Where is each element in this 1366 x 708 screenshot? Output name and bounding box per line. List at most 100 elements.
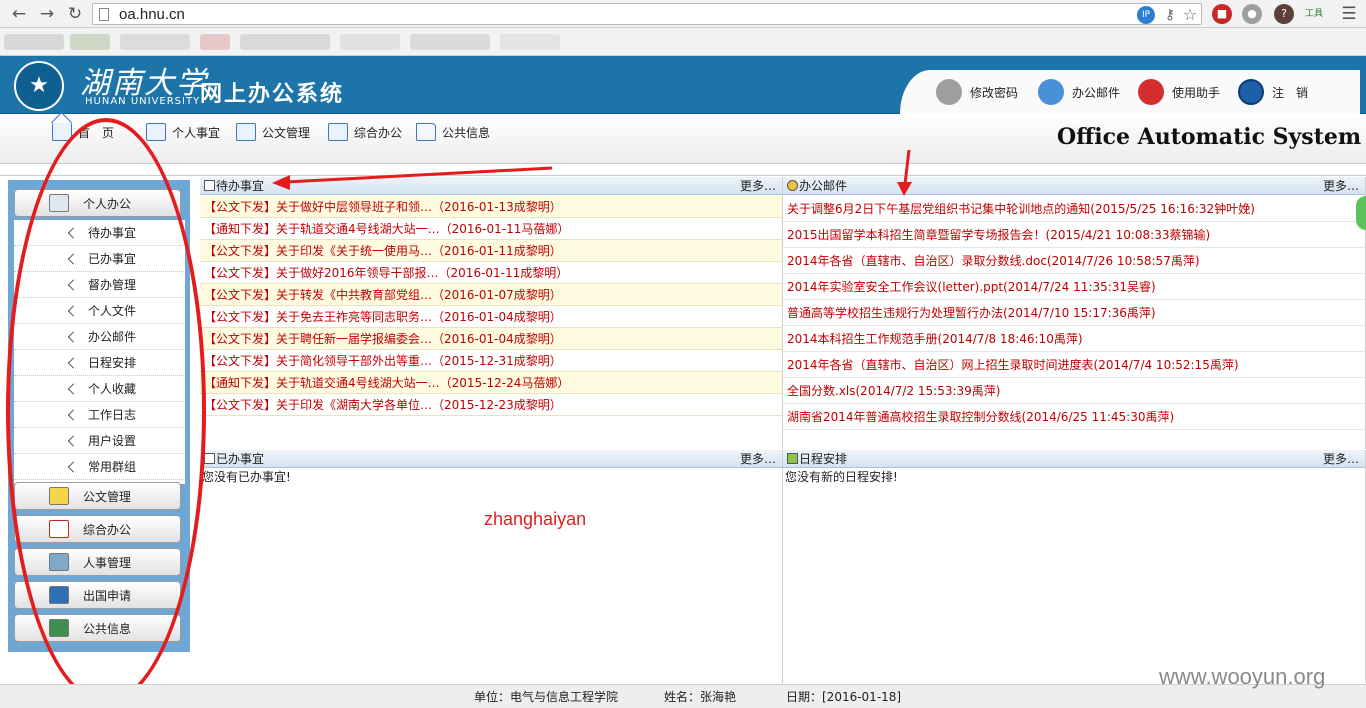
panel-todo-more-link[interactable]: 更多…: [740, 177, 776, 195]
list-item[interactable]: 【公文下发】关于聘任新一届学报编委会…（2016-01-04成黎明）: [200, 328, 782, 350]
list-item[interactable]: 2014年各省（直辖市、自治区）录取分数线.doc(2014/7/26 10:5…: [783, 248, 1365, 274]
panel-done-more-link[interactable]: 更多…: [740, 450, 776, 468]
document-icon: [204, 453, 215, 464]
sidebar-item-label: 个人收藏: [88, 382, 137, 396]
menu-icon[interactable]: ☰: [1338, 3, 1360, 25]
nav-home-label: 首 页: [78, 125, 115, 140]
logout-label: 注 销: [1272, 85, 1309, 100]
list-item[interactable]: 【通知下发】关于轨道交通4号线湖大站一…（2016-01-11马蓓娜）: [200, 218, 782, 240]
sidebar-group-label: 出国申请: [83, 588, 132, 603]
blurred-bookmark: [340, 34, 400, 50]
list-item[interactable]: 【公文下发】关于做好中层领导班子和领…（2016-01-13成黎明）: [200, 196, 782, 218]
key-icon: [936, 79, 962, 105]
sidebar-item-favorites[interactable]: 个人收藏: [14, 376, 184, 402]
ip-icon[interactable]: IP: [1137, 6, 1155, 24]
list-item[interactable]: 2015出国留学本科招生简章暨留学专场报告会！(2015/4/21 10:08:…: [783, 222, 1365, 248]
help-icon: [1138, 79, 1164, 105]
sidebar-item-office-mail[interactable]: 办公邮件: [14, 324, 184, 350]
top-actions: 修改密码 办公邮件 使用助手 注 销: [900, 70, 1360, 114]
sidebar-item-label: 个人文件: [88, 304, 137, 318]
blurred-bookmark: [410, 34, 490, 50]
sidebar-item-done[interactable]: 已办事宜: [14, 246, 184, 272]
help-label: 使用助手: [1172, 85, 1221, 100]
address-bar[interactable]: oa.hnu.cn IP ⚷ ☆: [92, 3, 1202, 25]
university-emblem-icon: ★: [14, 61, 64, 111]
nav-personal-affairs-label: 个人事宜: [172, 125, 221, 140]
sidebar-group-overseas-application[interactable]: 出国申请: [14, 581, 181, 609]
sidebar-item-todo[interactable]: 待办事宜: [14, 220, 184, 246]
sidebar-group-document-management[interactable]: 公文管理: [14, 482, 181, 510]
adblock-icon[interactable]: ■: [1212, 4, 1232, 24]
nav-home[interactable]: 首 页: [52, 120, 114, 144]
note-icon: [49, 487, 69, 505]
sidebar-item-schedule[interactable]: 日程安排: [14, 350, 184, 376]
list-item[interactable]: 【公文下发】关于简化领导干部外出等重…（2015-12-31成黎明）: [200, 350, 782, 372]
bookmarks-bar: [0, 28, 1366, 56]
nav-document-management-label: 公文管理: [262, 125, 311, 140]
sidebar-item-personal-files[interactable]: 个人文件: [14, 298, 184, 324]
arrow-icon: [67, 278, 80, 291]
arrow-icon: [67, 330, 80, 343]
nav-general-office[interactable]: 综合办公: [328, 120, 402, 144]
list-item[interactable]: 全国分数.xls(2014/7/2 15:53:39禹萍): [783, 378, 1365, 404]
sidebar-item-work-log[interactable]: 工作日志: [14, 402, 184, 428]
sidebar-group-label: 个人办公: [83, 196, 132, 211]
back-icon[interactable]: ←: [8, 3, 30, 25]
star-icon[interactable]: ☆: [1181, 6, 1199, 24]
logout-link[interactable]: 注 销: [1238, 77, 1308, 107]
nav-public-info-label: 公共信息: [442, 125, 491, 140]
calendar-icon: [787, 453, 798, 464]
forward-icon[interactable]: →: [36, 3, 58, 25]
arrow-icon: [67, 408, 80, 421]
site-watermark: www.wooyun.org: [1159, 664, 1326, 689]
dev-tools-icon[interactable]: 工具: [1304, 4, 1324, 24]
nav-document-management[interactable]: 公文管理: [236, 120, 310, 144]
change-password-link[interactable]: 修改密码: [936, 77, 1018, 107]
key-icon[interactable]: ⚷: [1161, 6, 1179, 24]
person-card-icon: [146, 123, 166, 141]
list-item[interactable]: 【公文下发】关于印发《湖南大学各单位…（2015-12-23成黎明）: [200, 394, 782, 416]
extension-dot-icon[interactable]: ●: [1242, 4, 1262, 24]
list-item[interactable]: 2014本科招生工作规范手册(2014/7/8 18:46:10禹萍): [783, 326, 1365, 352]
list-item[interactable]: 普通高等学校招生违规行为处理暂行办法(2014/7/10 15:17:36禹萍): [783, 300, 1365, 326]
help-link[interactable]: 使用助手: [1138, 77, 1220, 107]
sidebar-item-user-settings[interactable]: 用户设置: [14, 428, 184, 454]
calendar-grid-icon: [328, 123, 348, 141]
arrow-icon: [67, 252, 80, 265]
reload-icon[interactable]: ↻: [64, 3, 86, 25]
panel-done: 已办事宜 更多… 您没有已办事宜!: [200, 450, 783, 683]
panel-done-empty-message: 您没有已办事宜!: [202, 470, 291, 484]
list-item[interactable]: 【公文下发】关于做好2016年领导干部报…（2016-01-11成黎明）: [200, 262, 782, 284]
sidebar-group-general-office[interactable]: 综合办公: [14, 515, 181, 543]
sidebar-group-hr-management[interactable]: 人事管理: [14, 548, 181, 576]
home-icon: [52, 123, 72, 141]
list-item[interactable]: 【公文下发】关于转发《中共教育部党组…（2016-01-07成黎明）: [200, 284, 782, 306]
list-item[interactable]: 【通知下发】关于轨道交通4号线湖大站一…（2015-12-24马蓓娜）: [200, 372, 782, 394]
list-item[interactable]: 湖南省2014年普通高校招生录取控制分数线(2014/6/25 11:45:30…: [783, 404, 1365, 430]
sidebar-group-public-info[interactable]: 公共信息: [14, 614, 181, 642]
arrow-icon: [67, 382, 80, 395]
sidebar-group-label: 公文管理: [83, 489, 132, 504]
list-item[interactable]: 关于调整6月2日下午基层党组织书记集中轮训地点的通知(2015/5/25 16:…: [783, 196, 1365, 222]
sidebar-group-label: 公共信息: [83, 621, 132, 636]
blurred-bookmark: [120, 34, 190, 50]
nav-public-info[interactable]: 公共信息: [416, 120, 490, 144]
panel-schedule-title: 日程安排: [799, 452, 848, 466]
browser-toolbar: ← → ↻ oa.hnu.cn IP ⚷ ☆ ■ ● ? 工具 ☰: [0, 0, 1366, 28]
panel-mail: 办公邮件 更多… 关于调整6月2日下午基层党组织书记集中轮训地点的通知(2015…: [783, 177, 1366, 449]
change-password-label: 修改密码: [970, 85, 1019, 100]
sidebar-item-supervision[interactable]: 督办管理: [14, 272, 184, 298]
extension-question-icon[interactable]: ?: [1274, 4, 1294, 24]
sidebar-item-common-groups[interactable]: 常用群组: [14, 454, 184, 480]
panel-mail-more-link[interactable]: 更多…: [1323, 177, 1359, 195]
side-widget-handle[interactable]: [1356, 196, 1366, 230]
list-item[interactable]: 【公文下发】关于印发《关于统一使用马…（2016-01-11成黎明）: [200, 240, 782, 262]
list-item[interactable]: 2014年各省（直辖市、自治区）网上招生录取时间进度表(2014/7/4 10:…: [783, 352, 1365, 378]
list-item[interactable]: 【公文下发】关于免去王祚亮等同志职务…（2016-01-04成黎明）: [200, 306, 782, 328]
sidebar-item-label: 日程安排: [88, 356, 137, 370]
sidebar-group-personal-office[interactable]: 个人办公: [14, 189, 181, 217]
office-mail-link[interactable]: 办公邮件: [1038, 77, 1120, 107]
panel-schedule-more-link[interactable]: 更多…: [1323, 450, 1359, 468]
list-item[interactable]: 2014年实验室安全工作会议(letter).ppt(2014/7/24 11:…: [783, 274, 1365, 300]
nav-personal-affairs[interactable]: 个人事宜: [146, 120, 220, 144]
